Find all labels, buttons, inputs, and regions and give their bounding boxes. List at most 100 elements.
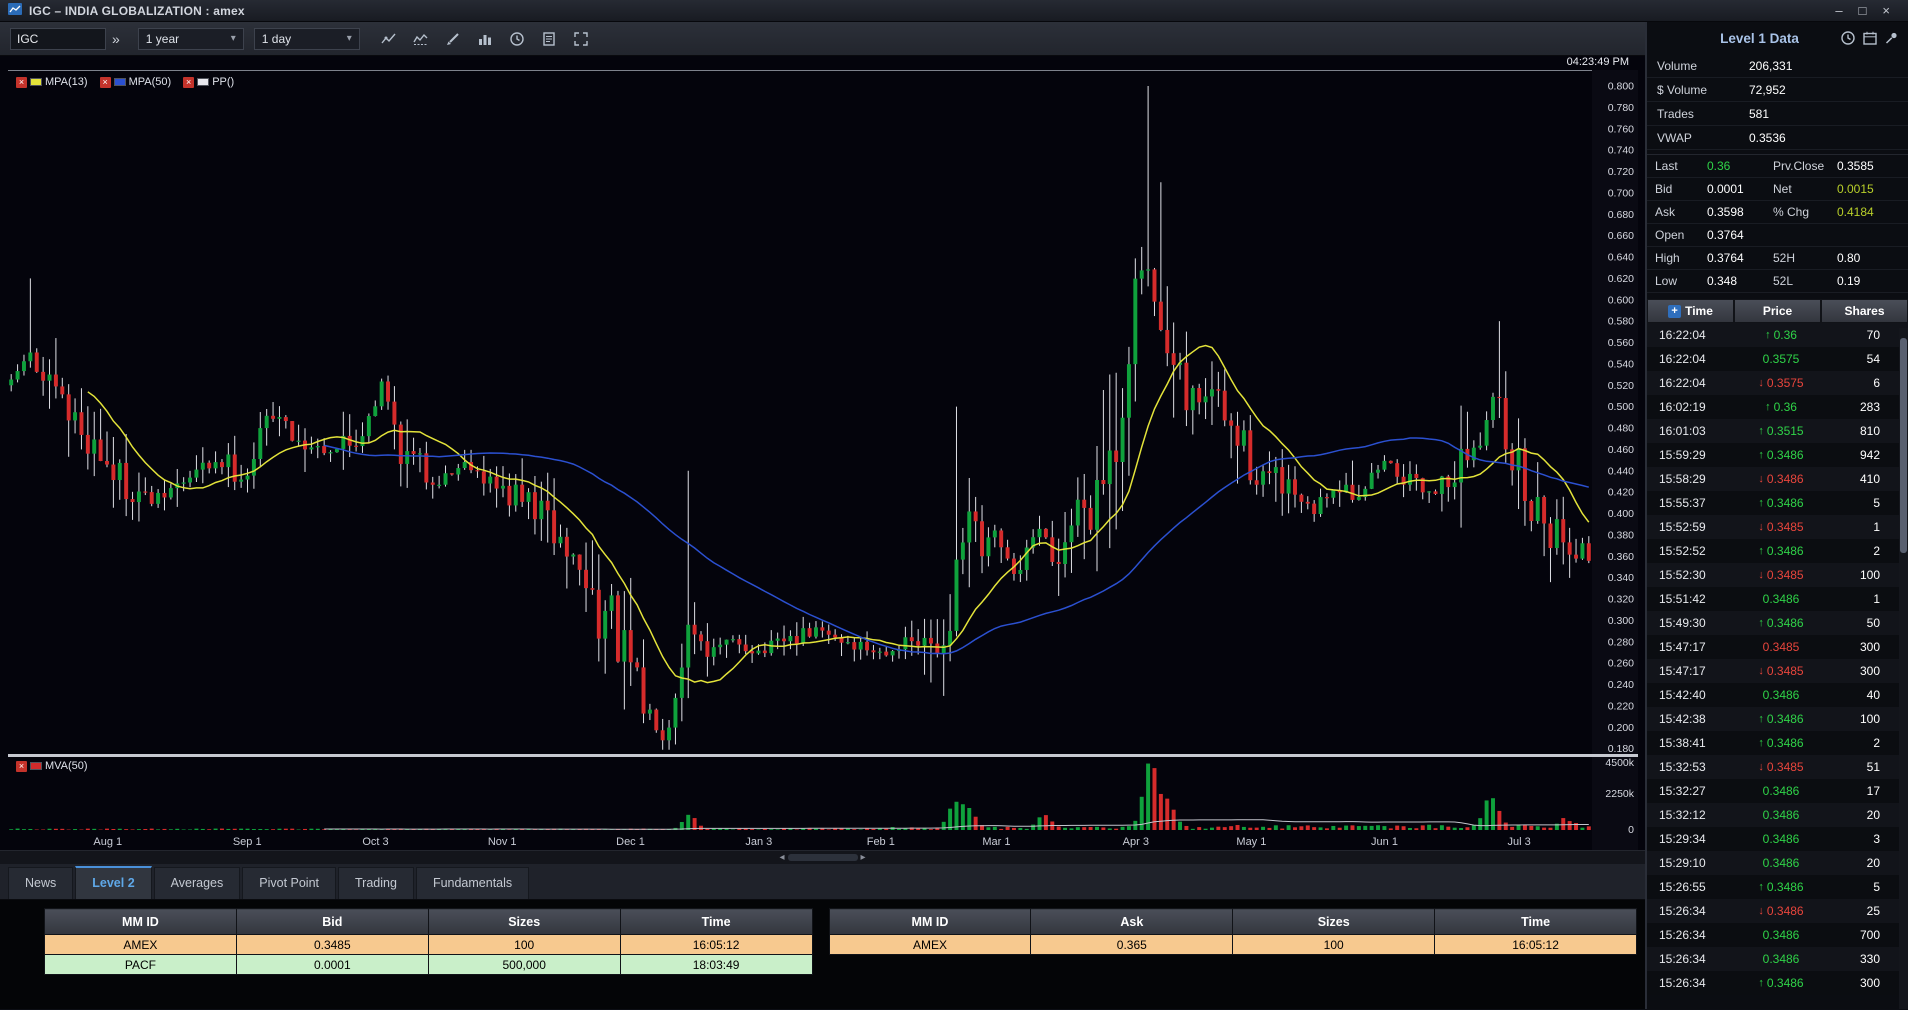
tab-news[interactable]: News <box>8 867 73 899</box>
trade-time: 15:58:29 <box>1647 472 1735 486</box>
minimize-button[interactable]: – <box>1835 1 1842 21</box>
time-sales-row: 15:52:30↓0.3485100 <box>1647 563 1908 587</box>
legend-label: PP() <box>212 76 234 88</box>
trend-line-icon[interactable] <box>376 27 402 51</box>
trade-time: 16:02:19 <box>1647 400 1735 414</box>
svg-text:0.380: 0.380 <box>1608 529 1634 541</box>
cell: 100 <box>1233 935 1435 955</box>
time-sales-row: 15:32:120.348620 <box>1647 803 1908 827</box>
quote-value: 0.80 <box>1837 251 1900 265</box>
trade-price: ↑0.36 <box>1735 328 1827 342</box>
scrollbar-thumb[interactable] <box>1900 338 1907 553</box>
time-sales-row: 15:55:37↑0.34865 <box>1647 491 1908 515</box>
trade-price: ↑0.3486 <box>1735 712 1827 726</box>
trade-time: 15:52:52 <box>1647 544 1735 558</box>
scroll-track[interactable] <box>788 854 858 861</box>
indicator-icon[interactable] <box>408 27 434 51</box>
market-maker-row[interactable]: AMEX0.36510016:05:12 <box>829 935 1636 955</box>
ts-column-shares[interactable]: Shares <box>1821 299 1908 323</box>
draw-brush-icon[interactable] <box>440 27 466 51</box>
stat-label: Volume <box>1657 59 1749 73</box>
chart-timestamp: 04:23:49 PM <box>1567 56 1629 68</box>
interval-dropdown[interactable]: 1 day ▾ <box>254 28 360 50</box>
volume-bars-icon[interactable] <box>472 27 498 51</box>
calendar-icon[interactable] <box>1862 30 1878 46</box>
legend-close-icon[interactable]: × <box>100 77 111 88</box>
scroll-right-arrow[interactable]: ▸ <box>861 853 866 863</box>
trade-price: ↑0.3486 <box>1735 496 1827 510</box>
trade-time: 15:29:34 <box>1647 832 1735 846</box>
time-sales-row: 15:26:340.3486700 <box>1647 923 1908 947</box>
market-maker-row[interactable]: PACF0.0001500,00018:03:49 <box>45 955 813 975</box>
svg-text:4500k: 4500k <box>1605 757 1634 769</box>
level1-panel: Level 1 Data Volume206,331$ Volume72,952… <box>1645 22 1908 1009</box>
tab-averages[interactable]: Averages <box>154 867 241 899</box>
table-header-row: MM IDAskSizesTime <box>829 909 1636 935</box>
time-sales-row: 15:52:59↓0.34851 <box>1647 515 1908 539</box>
pin-icon[interactable] <box>1884 30 1900 46</box>
price-chart[interactable]: 0.8000.7800.7600.7400.7200.7000.6800.660… <box>8 70 1638 850</box>
range-dropdown[interactable]: 1 year ▾ <box>138 28 244 50</box>
time-sales-row: 15:26:34↓0.348625 <box>1647 899 1908 923</box>
stat-label: $ Volume <box>1657 83 1749 97</box>
time-sales-row: 15:32:53↓0.348551 <box>1647 755 1908 779</box>
clock-icon[interactable] <box>504 27 530 51</box>
trade-price: ↑0.3486 <box>1735 544 1827 558</box>
trade-price: 0.3486 <box>1735 592 1827 606</box>
legend-close-icon[interactable]: × <box>183 77 194 88</box>
svg-text:Jul 3: Jul 3 <box>1507 836 1530 848</box>
trade-price: ↑0.3486 <box>1735 976 1827 990</box>
tab-fundamentals[interactable]: Fundamentals <box>416 867 529 899</box>
ts-column-price[interactable]: Price <box>1734 299 1821 323</box>
level1-header-icons <box>1840 30 1900 46</box>
legend-swatch <box>114 78 126 86</box>
svg-text:Jan 3: Jan 3 <box>745 836 772 848</box>
report-icon[interactable] <box>536 27 562 51</box>
market-maker-row[interactable]: AMEX0.348510016:05:12 <box>45 935 813 955</box>
quote-label: High <box>1655 251 1707 265</box>
chart-scroll-strip: ◂ ▸ <box>0 850 1645 864</box>
level2-ask-table: MM IDAskSizesTimeAMEX0.36510016:05:12 <box>829 908 1637 955</box>
symbol-input[interactable] <box>10 28 106 50</box>
trade-shares: 5 <box>1827 880 1908 894</box>
column-header: Sizes <box>1233 909 1435 935</box>
fullscreen-icon[interactable] <box>568 27 594 51</box>
ts-column-time[interactable]: +Time <box>1647 299 1734 323</box>
quote-row: High0.376452H0.80 <box>1647 247 1908 270</box>
close-button[interactable]: × <box>1882 1 1890 21</box>
time-sales-row: 15:38:41↑0.34862 <box>1647 731 1908 755</box>
tab-level-2[interactable]: Level 2 <box>75 866 151 899</box>
add-column-icon[interactable]: + <box>1668 305 1681 318</box>
tab-pivot-point[interactable]: Pivot Point <box>242 867 336 899</box>
stat-value: 72,952 <box>1749 83 1786 97</box>
svg-text:Dec 1: Dec 1 <box>616 836 645 848</box>
trade-shares: 700 <box>1827 928 1908 942</box>
clock-icon[interactable] <box>1840 30 1856 46</box>
trade-time: 16:22:04 <box>1647 328 1735 342</box>
trading-app-window: IGC – INDIA GLOBALIZATION : amex – □ × »… <box>0 0 1908 1010</box>
legend-close-icon[interactable]: × <box>16 761 27 772</box>
trade-time: 15:26:55 <box>1647 880 1735 894</box>
trade-time: 15:32:12 <box>1647 808 1735 822</box>
maximize-button[interactable]: □ <box>1859 1 1867 21</box>
trade-shares: 6 <box>1827 376 1908 390</box>
column-header: MM ID <box>45 909 237 935</box>
svg-text:0.440: 0.440 <box>1608 465 1634 477</box>
svg-text:Jun 1: Jun 1 <box>1371 836 1398 848</box>
scroll-left-arrow[interactable]: ◂ <box>779 853 784 863</box>
trade-time: 15:26:34 <box>1647 952 1735 966</box>
down-arrow-icon: ↓ <box>1758 905 1764 917</box>
trade-time: 15:47:17 <box>1647 640 1735 654</box>
svg-text:0.540: 0.540 <box>1608 358 1634 370</box>
trade-price: 0.3486 <box>1735 784 1827 798</box>
level1-quote: Last0.36Prv.Close0.3585Bid0.0001Net0.001… <box>1647 154 1908 293</box>
stat-label: Trades <box>1657 107 1749 121</box>
trade-shares: 2 <box>1827 736 1908 750</box>
legend-close-icon[interactable]: × <box>16 77 27 88</box>
time-sales-header: +TimePriceShares <box>1647 299 1908 323</box>
legend-label: MPA(50) <box>129 76 172 88</box>
symbol-expand-button[interactable]: » <box>106 31 128 47</box>
trade-price: ↓0.3485 <box>1735 568 1827 582</box>
tab-trading[interactable]: Trading <box>338 867 414 899</box>
svg-text:0.340: 0.340 <box>1608 572 1634 584</box>
